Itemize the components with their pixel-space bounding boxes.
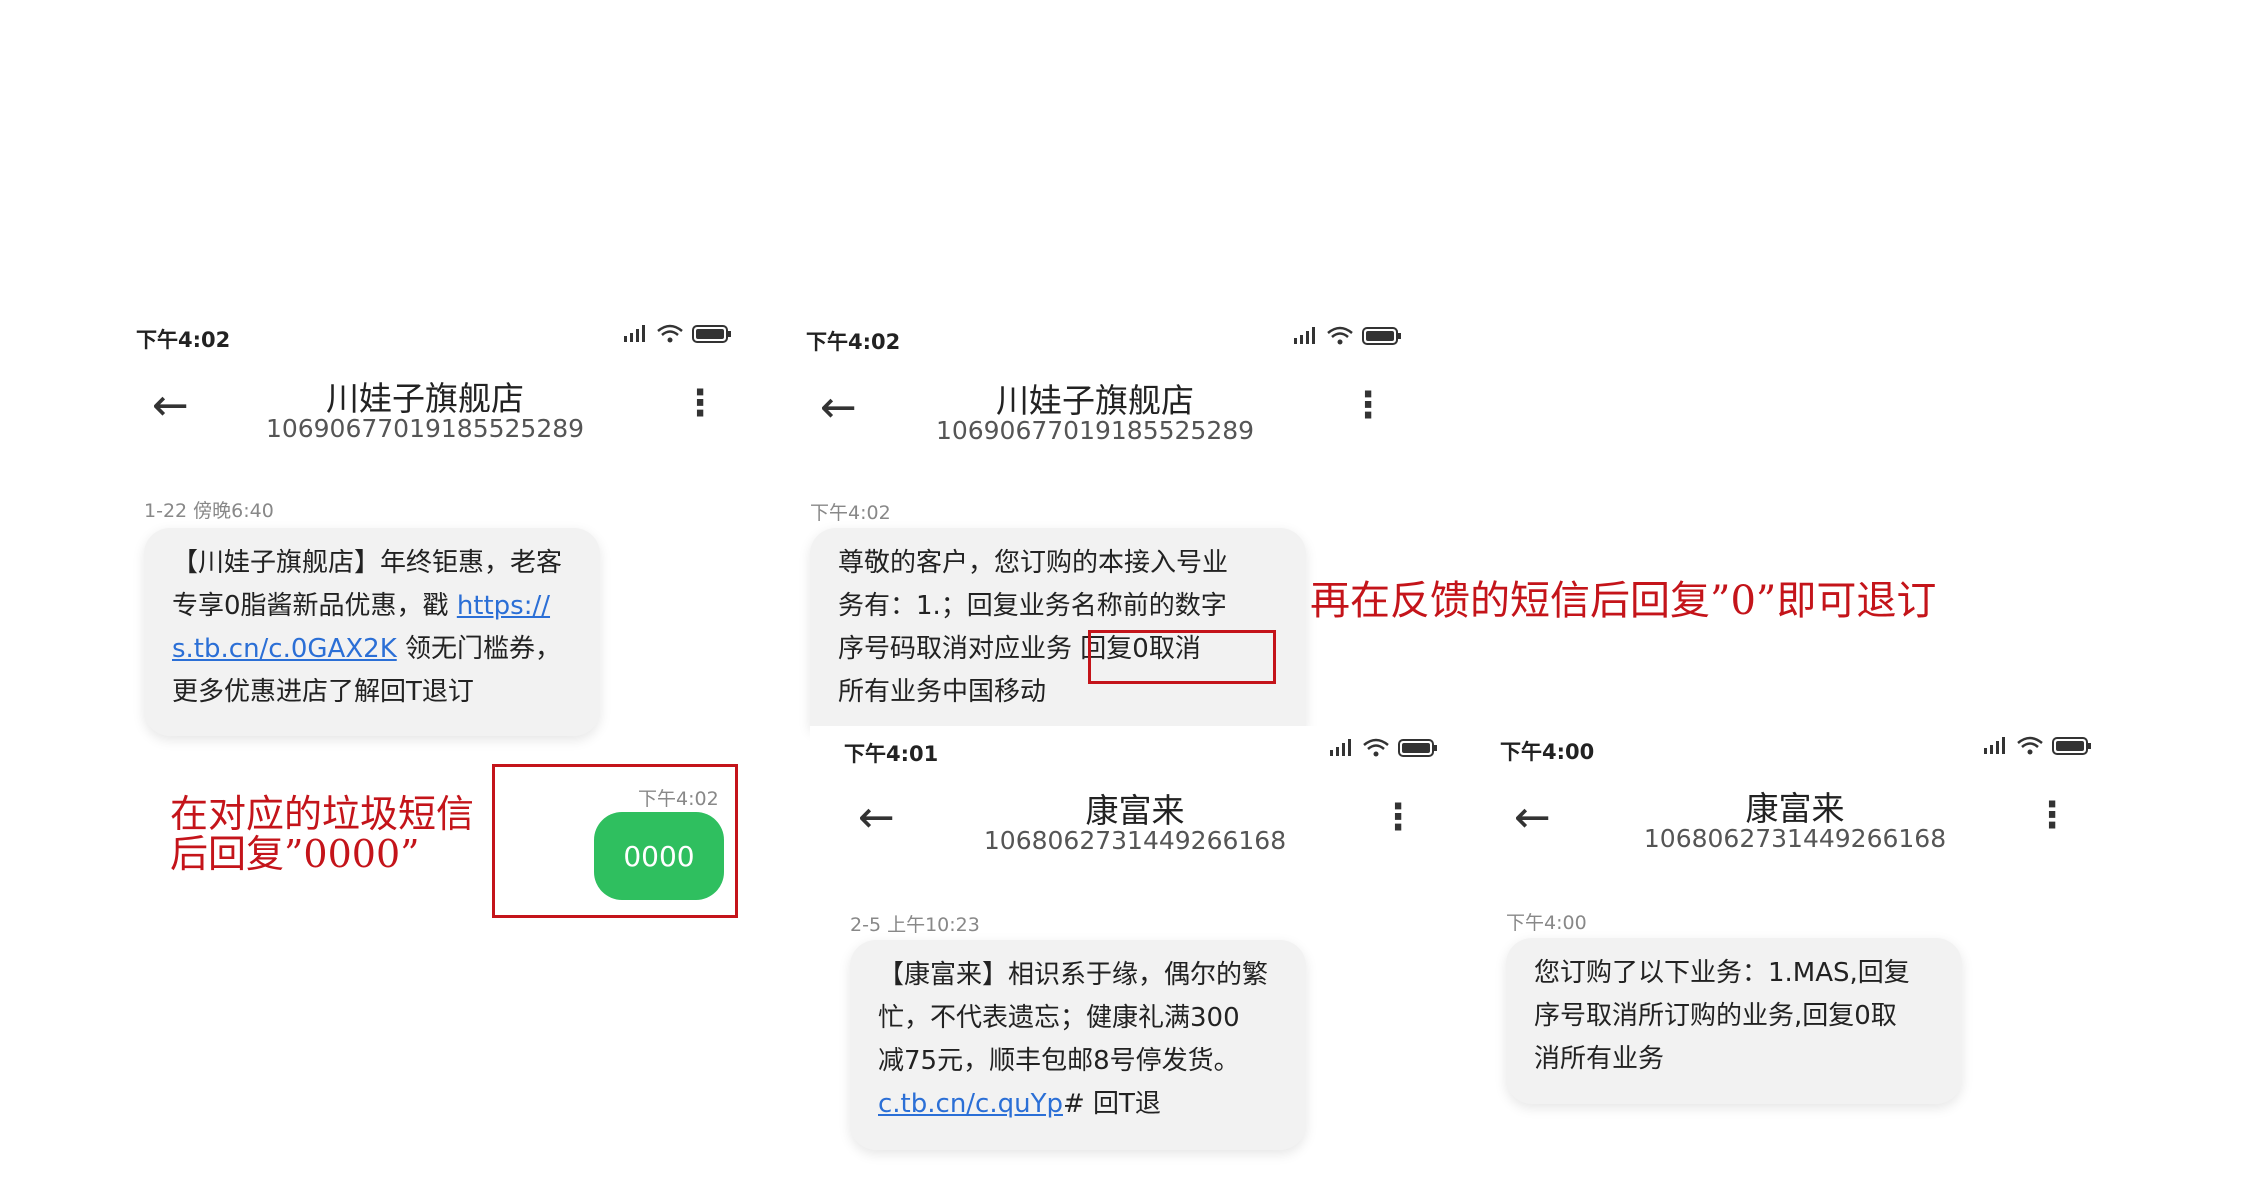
message-link[interactable]: s.tb.cn/c.0GAX2K (172, 634, 397, 664)
message-bubble[interactable]: 【川娃子旗舰店】年终钜惠，老客 专享0脂酱新品优惠，戳 https:// s.t… (144, 528, 600, 736)
more-options-icon[interactable]: ⋮ (682, 386, 718, 422)
message-line: 【康富来】相识系于缘，偶尔的繁 (878, 960, 1269, 990)
back-arrow-icon[interactable]: ← (1514, 796, 1551, 840)
message-bubble[interactable]: 您订购了以下业务：1.MAS,回复 序号取消所订购的业务,回复0取 消所有业务 (1506, 938, 1962, 1104)
message-line: 忙，不代表遗忘；健康礼满300 (878, 1003, 1240, 1033)
status-icons (622, 324, 732, 344)
signal-icon (1330, 739, 1351, 756)
message-line: c.tb.cn/c.quYp# 回T退 (878, 1089, 1161, 1119)
message-line: 序号取消所订购的业务,回复0取 (1534, 1001, 1897, 1031)
wifi-icon (2017, 736, 2043, 755)
message-time: 下午4:00 (1506, 912, 1587, 934)
screen-c: 下午4:01 ← 康富来 1068062731449266168 ⋮ 2-5 上… (810, 0, 1470, 1190)
message-time: 1-22 傍晚6:40 (144, 500, 274, 522)
wifi-icon (657, 324, 683, 343)
back-arrow-icon[interactable]: ← (858, 796, 895, 840)
battery-icon (1398, 739, 1437, 757)
wifi-icon (1363, 738, 1389, 757)
back-arrow-icon[interactable]: ← (152, 384, 189, 428)
message-line: s.tb.cn/c.0GAX2K 领无门槛券， (172, 634, 562, 664)
status-time: 下午4:02 (136, 328, 231, 352)
annotation-left: 在对应的垃圾短信 后回复”0000” (170, 792, 475, 876)
contact-number: 1068062731449266168 (1643, 824, 1947, 853)
message-line: 专享0脂酱新品优惠，戳 https:// (172, 591, 551, 621)
screen-d: 下午4:00 ← 康富来 1068062731449266168 ⋮ 下午4:0… (1470, 0, 2130, 1190)
contact-name: 康富来 (1085, 791, 1185, 830)
message-link[interactable]: https:// (457, 591, 550, 621)
message-link[interactable]: c.tb.cn/c.quYp (878, 1089, 1063, 1119)
battery-icon (692, 325, 731, 343)
contact-number: 106906770191855252​89 (265, 414, 585, 443)
message-line: 更多优惠进店了解回T退订 (172, 677, 474, 707)
more-options-icon[interactable]: ⋮ (1380, 800, 1416, 836)
message-bubble[interactable]: 【康富来】相识系于缘，偶尔的繁 忙，不代表遗忘；健康礼满300 减75元，顺丰包… (850, 940, 1306, 1150)
message-line: 【川娃子旗舰店】年终钜惠，老客 (172, 548, 563, 578)
contact-name: 川娃子旗舰店 (326, 379, 524, 418)
battery-icon (2052, 737, 2091, 755)
status-time: 下午4:00 (1500, 740, 1595, 764)
more-options-icon[interactable]: ⋮ (2034, 798, 2070, 834)
message-line: 您订购了以下业务：1.MAS,回复 (1534, 958, 1910, 988)
signal-icon (1984, 737, 2005, 754)
contact-number: 1068062731449266168 (983, 826, 1287, 855)
signal-icon (624, 325, 645, 342)
message-line: 减75元，顺丰包邮8号停发货。 (878, 1046, 1240, 1076)
contact-name: 康富来 (1745, 789, 1845, 828)
highlight-box-sent (492, 764, 738, 918)
status-icons (1328, 738, 1438, 758)
status-time: 下午4:01 (844, 742, 939, 766)
message-line: 消所有业务 (1534, 1044, 1665, 1074)
message-time: 2-5 上午10:23 (850, 914, 980, 936)
status-icons (1982, 736, 2092, 756)
